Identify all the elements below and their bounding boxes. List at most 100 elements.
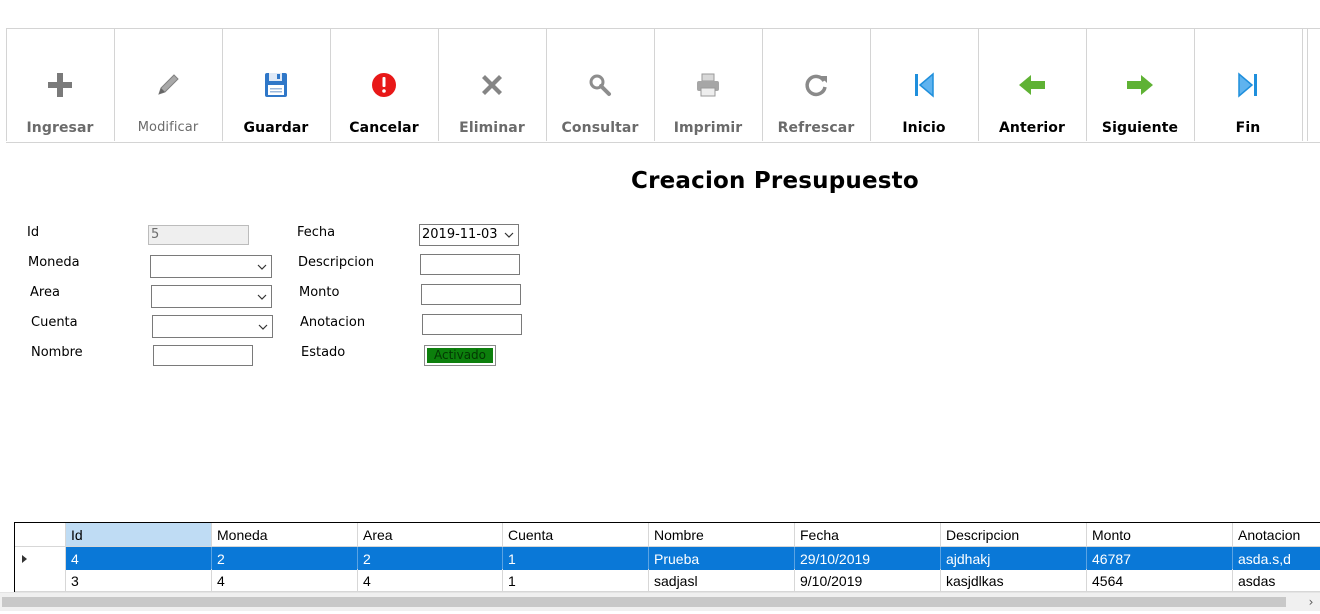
siguiente-button[interactable]: Siguiente <box>1086 29 1193 141</box>
guardar-button[interactable]: Guardar <box>222 29 329 141</box>
cancelar-label: Cancelar <box>349 120 419 136</box>
row-header[interactable] <box>15 569 66 592</box>
area-label: Area <box>30 285 60 300</box>
consultar-button[interactable]: Consultar <box>546 29 653 141</box>
scrollbar-thumb[interactable] <box>2 597 1286 607</box>
table-cell[interactable]: 4 <box>212 569 358 592</box>
anotacion-field[interactable] <box>422 314 522 335</box>
scroll-right-icon[interactable]: › <box>1304 594 1318 610</box>
table-row[interactable]: 4 2 2 1 Prueba 29/10/2019 ajdhakj 46787 … <box>15 547 1320 570</box>
printer-icon <box>697 73 719 97</box>
table-cell[interactable]: 46787 <box>1087 547 1233 570</box>
fecha-date-picker[interactable]: 2019-11-03 <box>419 224 519 246</box>
descripcion-field[interactable] <box>420 254 520 275</box>
moneda-label: Moneda <box>28 255 80 270</box>
grid-header-row: Id Moneda Area Cuenta Nombre Fecha Descr… <box>15 523 1320 547</box>
column-header-fecha[interactable]: Fecha <box>795 523 941 547</box>
estado-value: Activado <box>427 348 493 363</box>
chevron-down-icon <box>257 264 267 270</box>
imprimir-label: Imprimir <box>673 120 743 136</box>
table-row[interactable]: 3 4 4 1 sadjasl 9/10/2019 kasjdlkas 4564… <box>15 569 1320 592</box>
area-select[interactable] <box>151 285 272 308</box>
cancelar-button[interactable]: Cancelar <box>330 29 437 141</box>
modificar-label: Modificar <box>137 120 199 135</box>
column-header-nombre[interactable]: Nombre <box>649 523 795 547</box>
pencil-icon <box>158 74 179 95</box>
monto-label: Monto <box>299 285 340 300</box>
siguiente-label: Siguiente <box>1101 120 1179 136</box>
table-cell[interactable]: kasjdlkas <box>941 569 1087 592</box>
moneda-select[interactable] <box>150 255 272 278</box>
column-header-descripcion[interactable]: Descripcion <box>941 523 1087 547</box>
table-cell[interactable]: sadjasl <box>649 569 795 592</box>
table-cell[interactable]: 1 <box>503 569 649 592</box>
anterior-button[interactable]: Anterior <box>978 29 1085 141</box>
chevron-down-icon <box>258 324 268 330</box>
current-row-indicator-icon <box>22 555 27 563</box>
row-header[interactable] <box>15 547 66 570</box>
arrow-right-icon <box>1127 75 1153 95</box>
floppy-disk-icon <box>265 73 287 97</box>
magnifier-icon <box>589 74 611 96</box>
column-header-monto[interactable]: Monto <box>1087 523 1233 547</box>
column-header-cuenta[interactable]: Cuenta <box>503 523 649 547</box>
table-cell[interactable]: asdas <box>1233 569 1320 592</box>
estado-label: Estado <box>301 345 346 360</box>
table-cell[interactable]: asda.s,d <box>1233 547 1320 570</box>
fecha-label: Fecha <box>297 225 336 240</box>
ingresar-label: Ingresar <box>26 120 94 136</box>
inicio-label: Inicio <box>902 120 946 136</box>
table-cell[interactable]: 9/10/2019 <box>795 569 941 592</box>
nombre-field[interactable] <box>153 345 253 366</box>
chevron-down-icon <box>257 294 267 300</box>
inicio-button[interactable]: Inicio <box>870 29 977 141</box>
page-title: Creacion Presupuesto <box>631 168 919 194</box>
table-cell[interactable]: 3 <box>66 569 212 592</box>
descripcion-label: Descripcion <box>298 255 375 270</box>
fin-label: Fin <box>1235 120 1261 136</box>
plus-icon <box>48 73 72 97</box>
refrescar-label: Refrescar <box>777 120 855 136</box>
table-cell[interactable]: 2 <box>212 547 358 570</box>
toolbar: Ingresar Modificar Guardar Cancelar Elim… <box>6 28 1320 143</box>
x-icon <box>482 75 502 95</box>
toolbar-overflow-edge <box>1302 29 1308 141</box>
ingresar-button[interactable]: Ingresar <box>6 29 113 141</box>
arrow-left-icon <box>1019 75 1045 95</box>
table-cell[interactable]: 4 <box>66 547 212 570</box>
table-cell[interactable]: 4564 <box>1087 569 1233 592</box>
table-cell[interactable]: ajdhakj <box>941 547 1087 570</box>
table-cell[interactable]: Prueba <box>649 547 795 570</box>
monto-field[interactable] <box>421 284 521 305</box>
column-header-moneda[interactable]: Moneda <box>212 523 358 547</box>
anotacion-label: Anotacion <box>300 315 366 330</box>
data-grid[interactable]: Id Moneda Area Cuenta Nombre Fecha Descr… <box>14 522 1320 592</box>
eliminar-button[interactable]: Eliminar <box>438 29 545 141</box>
table-cell[interactable]: 1 <box>503 547 649 570</box>
cuenta-label: Cuenta <box>31 315 78 330</box>
column-header-id[interactable]: Id <box>66 523 212 547</box>
first-record-icon <box>915 72 934 98</box>
horizontal-scrollbar[interactable]: › <box>0 592 1320 611</box>
last-record-icon <box>1238 72 1257 98</box>
cuenta-select[interactable] <box>152 315 273 338</box>
consultar-label: Consultar <box>561 120 639 136</box>
anterior-label: Anterior <box>998 120 1065 136</box>
estado-toggle[interactable]: Activado <box>424 345 496 366</box>
imprimir-button[interactable]: Imprimir <box>654 29 761 141</box>
row-header-corner <box>15 523 66 547</box>
fecha-value: 2019-11-03 <box>422 227 498 242</box>
nombre-label: Nombre <box>31 345 83 360</box>
id-field[interactable]: 5 <box>148 225 249 245</box>
fin-button[interactable]: Fin <box>1194 29 1301 141</box>
refrescar-button[interactable]: Refrescar <box>762 29 869 141</box>
modificar-button[interactable]: Modificar <box>114 29 221 141</box>
table-cell[interactable]: 29/10/2019 <box>795 547 941 570</box>
alert-icon <box>372 73 396 97</box>
table-cell[interactable]: 4 <box>358 569 503 592</box>
column-header-anotacion[interactable]: Anotacion <box>1233 523 1320 547</box>
eliminar-label: Eliminar <box>459 120 525 136</box>
id-label: Id <box>27 225 40 240</box>
table-cell[interactable]: 2 <box>358 547 503 570</box>
column-header-area[interactable]: Area <box>358 523 503 547</box>
